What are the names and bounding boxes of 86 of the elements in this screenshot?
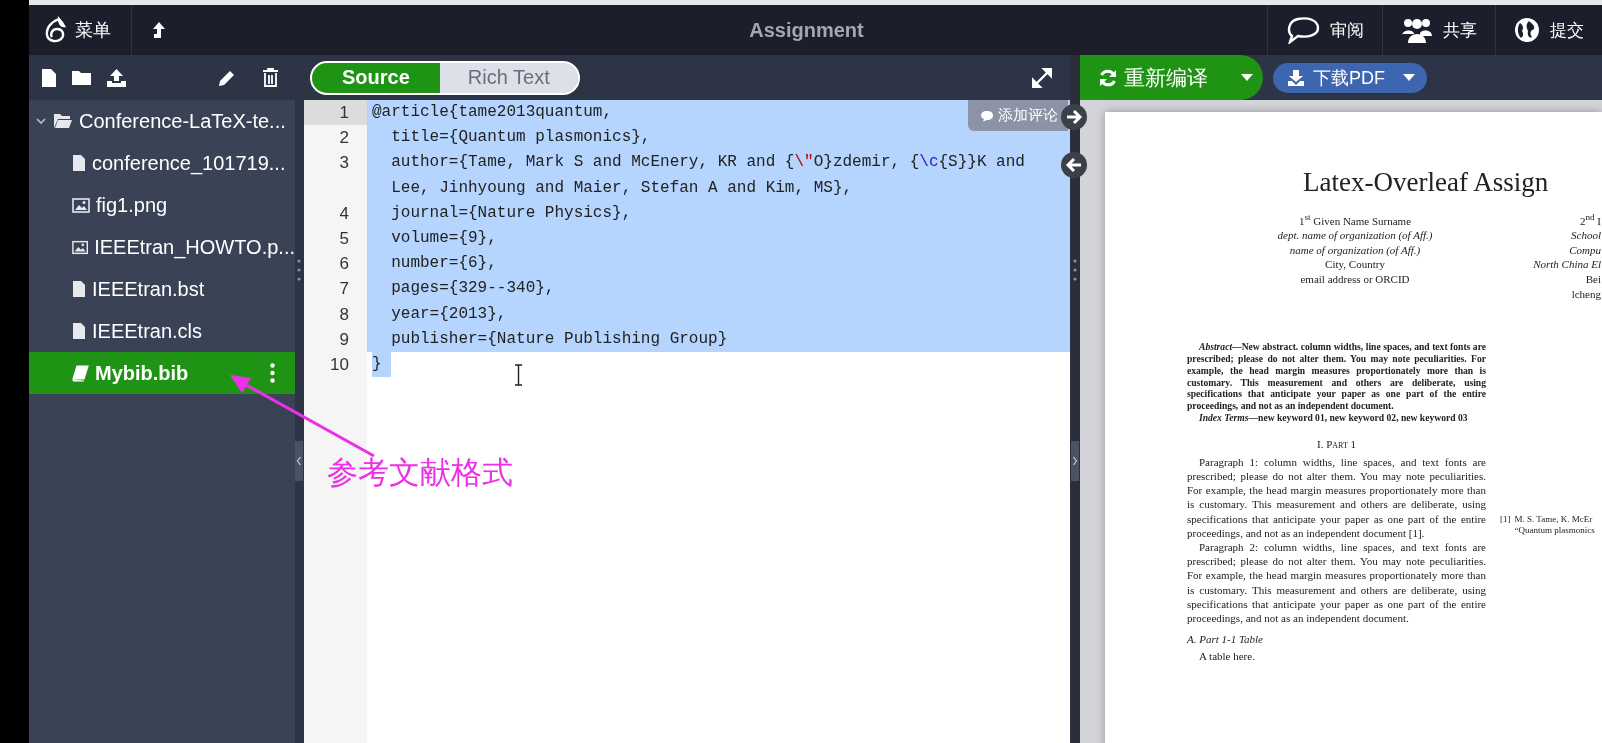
editor-mode-tab[interactable]: Source	[312, 62, 440, 93]
file-row[interactable]: IEEEtran.cls	[29, 310, 295, 352]
collapse-left-icon[interactable]	[295, 441, 303, 481]
refresh-icon	[1098, 67, 1118, 88]
people-icon	[1401, 16, 1433, 44]
line-number: 5	[338, 228, 350, 250]
line-number: 4	[338, 202, 350, 225]
project-title: Assignment	[748, 18, 865, 42]
upload-icon[interactable]	[106, 67, 127, 88]
code-line: publisher={Nature Publishing Group}	[390, 328, 728, 350]
file-row[interactable]: fig1.png	[29, 184, 295, 226]
code-line: journal={Nature Physics},	[390, 202, 632, 224]
code-line: year={2013},	[390, 303, 507, 325]
book-icon	[72, 364, 89, 382]
folder-icon[interactable]	[71, 69, 92, 86]
file-icon	[72, 154, 86, 172]
paper-title: Latex-Overleaf Assign	[1302, 167, 1550, 198]
file-row[interactable]: Mybib.bib	[29, 352, 295, 394]
file-row[interactable]: IEEEtran_HOWTO.p...	[29, 226, 295, 268]
up-arrow-icon	[152, 21, 166, 39]
author-info: email address or ORCID	[1299, 272, 1411, 287]
folder-row[interactable]: Conference-LaTeX-te...	[29, 100, 295, 142]
image-file-icon	[72, 197, 90, 213]
author-info: City, Country	[1324, 257, 1386, 273]
download-icon	[1287, 68, 1305, 87]
globe-icon	[1514, 17, 1540, 43]
reference-number: [1]	[1500, 514, 1511, 527]
author-info: 1$^{st}$ Given Name Surname	[1297, 211, 1413, 229]
line-number: 9	[338, 328, 350, 351]
file-row[interactable]: conference_101719...	[29, 142, 295, 184]
leaf-logo-icon	[43, 16, 67, 44]
author-info: dept. name of organization (of Aff.)	[1276, 228, 1434, 243]
pencil-icon[interactable]	[218, 68, 236, 87]
author-info: North China El	[1532, 257, 1601, 273]
body-paragraph: A table here.	[1198, 649, 1256, 664]
code-line: volume={9},	[390, 228, 497, 249]
author-info: lcheng	[1570, 286, 1601, 302]
chevron-down-icon[interactable]	[35, 115, 47, 127]
author-info: Compu	[1568, 242, 1601, 258]
line-number: 7	[338, 278, 350, 301]
drag-handle-icon[interactable]	[1073, 259, 1077, 281]
annotation-text: 参考文献格式	[327, 453, 513, 492]
new-file-icon[interactable]	[41, 67, 57, 88]
speech-bubble-icon	[980, 109, 994, 122]
author-info: name of organization (of Aff.)	[1288, 242, 1422, 258]
speech-bubble-icon	[1286, 16, 1320, 44]
code-line: number={6},	[390, 253, 497, 275]
subsection-heading: A. Part 1-1 Table	[1187, 633, 1264, 646]
line-number: 8	[338, 303, 350, 326]
line-number: 6	[338, 253, 350, 276]
trash-icon[interactable]	[262, 68, 279, 87]
index-terms-text: Index Terms—new keyword 01, new keyword 02, new keyword 03	[1198, 412, 1469, 424]
menu-button[interactable]: 菜单	[29, 5, 131, 55]
top-bar-action[interactable]: 共享	[1383, 5, 1495, 55]
top-bar-action[interactable]: 审阅	[1268, 5, 1382, 55]
more-options-icon[interactable]	[270, 363, 275, 383]
expand-icon[interactable]	[1032, 67, 1052, 88]
code-line: title={Quantum plasmonics},	[390, 127, 651, 149]
caret-icon	[1241, 74, 1253, 81]
abstract-text: Abstract—New abstract. column widths, line spaces, and text fonts are prescribed; please do not alter them. You may note peculiarities. For example, the head margin measures proportionately more than is customary. This measurement and others are deliberate, using specifications that anticipate your paper as one part of the entire proceedings, and not as an independent document.	[1187, 341, 1486, 412]
code-line: @article{tame2013quantum,	[372, 102, 613, 123]
caret-icon	[1403, 74, 1415, 81]
drag-handle-icon[interactable]	[297, 259, 301, 281]
line-number: 10	[329, 354, 350, 377]
folder-icon	[53, 113, 73, 129]
download-pdf-button[interactable]: 下载PDF	[1273, 62, 1427, 93]
line-number: 3	[338, 152, 350, 175]
line-number: 2	[338, 127, 350, 150]
recompile-button[interactable]: 重新编译	[1080, 55, 1263, 100]
collapse-right-icon[interactable]	[1071, 441, 1079, 481]
reference-text: “Quantum plasmonics	[1514, 525, 1595, 537]
file-row[interactable]: IEEEtran.bst	[29, 268, 295, 310]
image-file-icon	[72, 239, 89, 255]
reference-text: M. S. Tame, K. McEr	[1514, 514, 1594, 526]
top-bar-action[interactable]: 提交	[1496, 5, 1602, 55]
body-paragraph: Paragraph 1: column widths, line spaces, and text fonts are prescribed; please do not alter them. You may note peculiarities. For example, the head margin measures proportionately more than is customary. This measurement and others are deliberate, using specifications that anticipate your paper as one part of the entire proceedings, and not as an independent document [1].	[1187, 454, 1486, 540]
text-cursor-icon	[514, 364, 523, 386]
line-number: 1	[304, 100, 367, 126]
file-icon	[72, 322, 86, 340]
author-info: School	[1570, 228, 1601, 243]
author-info: 2$^{nd}$ I	[1578, 211, 1601, 229]
file-icon	[72, 280, 86, 298]
section-heading: I. Part 1	[1315, 437, 1358, 450]
body-paragraph: Paragraph 2: column widths, line spaces, and text fonts are prescribed; please do not alter them. You may note peculiarities. For example, the head margin measures proportionately more than is customary. This measurement and others are deliberate, using specifications that anticipate your paper as one part of the entire proceedings, and not as an independent document.	[1187, 540, 1486, 626]
code-line: pages={329--340},	[390, 278, 555, 300]
author-info: Bei	[1584, 272, 1601, 287]
